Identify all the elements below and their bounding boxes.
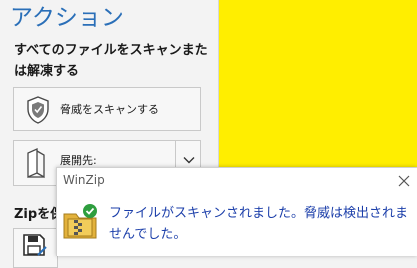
notification-message: ファイルがスキャンされました。脅威は検出されませんでした。 bbox=[109, 206, 409, 242]
scan-notification[interactable]: WinZip ファイルがスキャンされました。脅威は検出されませんでした。 bbox=[56, 167, 417, 256]
scan-extract-heading: すべてのファイルをスキャンまたは解凍する bbox=[14, 43, 208, 79]
panel-title: アクション bbox=[10, 5, 124, 31]
shield-icon bbox=[27, 96, 49, 124]
notification-app-name: WinZip bbox=[63, 173, 105, 187]
folder-open-icon bbox=[27, 147, 45, 179]
close-icon[interactable] bbox=[396, 173, 412, 189]
scan-threats-button[interactable]: 脅威をスキャンする bbox=[13, 87, 201, 131]
winzip-check-icon bbox=[63, 204, 97, 239]
scan-threats-label: 脅威をスキャンする bbox=[60, 103, 159, 116]
chevron-down-icon[interactable] bbox=[182, 153, 196, 167]
save-zip-button[interactable] bbox=[13, 228, 58, 268]
floppy-disk-icon bbox=[23, 234, 47, 256]
extract-to-label: 展開先: bbox=[60, 154, 97, 167]
